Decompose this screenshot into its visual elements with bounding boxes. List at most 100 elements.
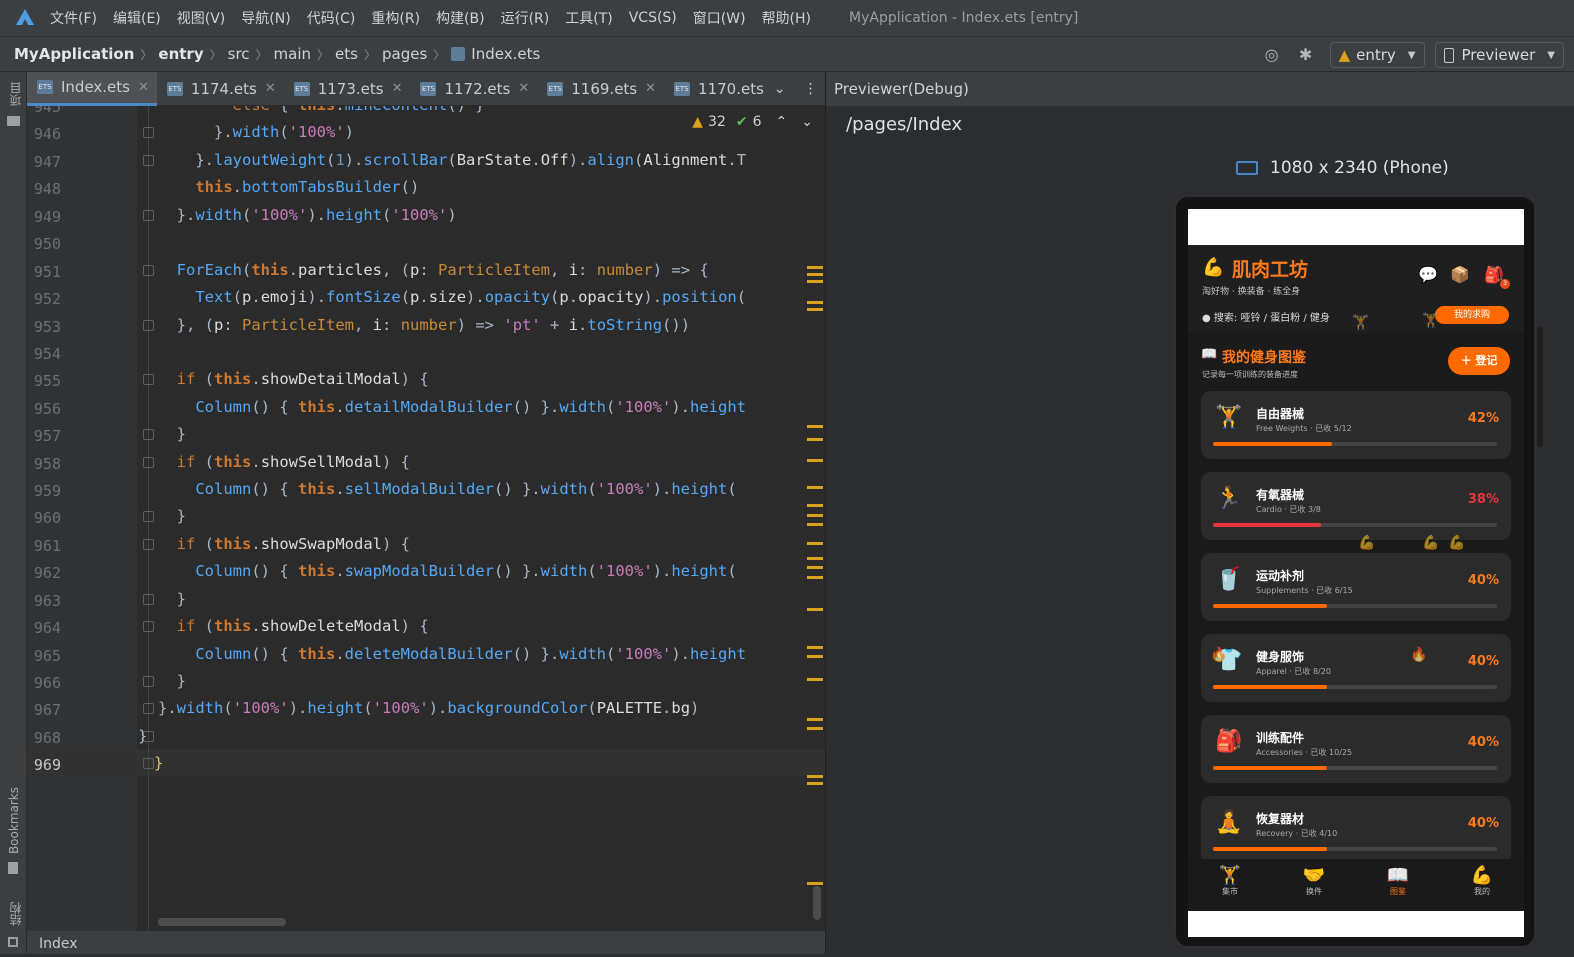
project-tool-label[interactable]: 项目 [7, 82, 24, 106]
breadcrumb-file[interactable]: Index.ets [471, 45, 540, 63]
close-icon[interactable]: ✕ [265, 81, 276, 96]
error-stripe-mark[interactable] [807, 438, 823, 441]
close-icon[interactable]: ✕ [138, 80, 149, 95]
code-editor[interactable]: 945 946 947 948 949 950 951 952 953 954 … [27, 106, 825, 931]
tab-collection[interactable]: 📖 图鉴 [1356, 859, 1440, 911]
tab-index-ets[interactable]: ETS Index.ets ✕ [27, 71, 157, 106]
fold-marker-icon[interactable] [143, 320, 154, 331]
breadcrumb-src[interactable]: src [228, 45, 250, 63]
error-stripe-mark[interactable] [807, 425, 823, 428]
breadcrumb-project[interactable]: MyApplication [14, 45, 134, 63]
previewer-device[interactable]: 1080 x 2340 (Phone) [1236, 158, 1449, 178]
menu-help[interactable]: 帮助(H) [762, 8, 811, 28]
menu-build[interactable]: 构建(B) [436, 8, 485, 28]
error-stripe-mark[interactable] [807, 608, 823, 611]
fold-marker-icon[interactable] [143, 758, 154, 769]
structure-path[interactable]: Index [39, 936, 78, 952]
phone-screen[interactable]: 💪 肌肉工坊 淘好物 · 换装备 · 练全身 💬 📦 🎒 3 ● 搜索: 哑铃 … [1188, 209, 1524, 937]
box-icon[interactable]: 📦 [1450, 265, 1470, 284]
fold-marker-icon[interactable] [143, 265, 154, 276]
menu-file[interactable]: 文件(F) [50, 8, 97, 28]
menu-vcs[interactable]: VCS(S) [629, 10, 677, 26]
close-icon[interactable]: ✕ [645, 81, 656, 96]
tab-1172-ets[interactable]: ETS 1172.ets ✕ [410, 72, 537, 106]
error-stripe-mark[interactable] [807, 557, 823, 560]
fold-marker-icon[interactable] [143, 676, 154, 687]
menu-refactor[interactable]: 重构(R) [371, 8, 420, 28]
error-stripe-mark[interactable] [807, 576, 823, 579]
fold-marker-icon[interactable] [143, 429, 154, 440]
category-card[interactable]: 🎒 训练配件 Accessories · 已收 10/25 40% [1201, 715, 1511, 783]
request-button[interactable]: 我的求购 [1435, 306, 1509, 324]
error-stripe-mark[interactable] [807, 273, 823, 276]
fold-marker-icon[interactable] [143, 511, 154, 522]
breadcrumb-main[interactable]: main [274, 45, 311, 63]
more-vertical-icon[interactable]: ⋮ [804, 81, 818, 97]
target-icon[interactable]: ◎ [1262, 45, 1282, 65]
breadcrumb-pages[interactable]: pages [382, 45, 427, 63]
error-stripe-mark[interactable] [807, 486, 823, 489]
error-stripe-mark[interactable] [807, 514, 823, 517]
category-card[interactable]: 🏃 有氧器械 Cardio · 已收 3/8 38% [1201, 472, 1511, 540]
previewer-select[interactable]: Previewer ▼ [1434, 42, 1564, 68]
error-stripe-mark[interactable] [807, 646, 823, 649]
bookmark-icon[interactable] [8, 862, 18, 874]
error-stripe-mark[interactable] [807, 280, 823, 283]
structure-icon[interactable] [8, 937, 18, 947]
menu-view[interactable]: 视图(V) [177, 8, 226, 28]
error-stripe-mark[interactable] [807, 718, 823, 721]
bookmarks-tool-label[interactable]: Bookmarks [7, 787, 21, 854]
tab-swap[interactable]: 🤝 换件 [1272, 859, 1356, 911]
bug-icon[interactable]: ✱ [1296, 45, 1316, 65]
error-stripe-mark[interactable] [807, 727, 823, 730]
menu-code[interactable]: 代码(C) [307, 8, 356, 28]
search-bar[interactable]: ● 搜索: 哑铃 / 蛋白粉 / 健身 [1202, 309, 1330, 324]
error-stripe-mark[interactable] [807, 523, 823, 526]
error-stripe-mark[interactable] [807, 566, 823, 569]
menu-run[interactable]: 运行(R) [501, 8, 550, 28]
folder-icon[interactable] [7, 116, 20, 126]
module-select[interactable]: ▲ entry ▼ [1329, 42, 1425, 68]
error-stripe-mark[interactable] [807, 542, 823, 545]
error-stripe-mark[interactable] [807, 775, 823, 778]
menu-window[interactable]: 窗口(W) [693, 8, 746, 28]
error-stripe-mark[interactable] [807, 308, 823, 311]
fold-marker-icon[interactable] [143, 374, 154, 385]
structure-tool-label[interactable]: 结构 [7, 902, 24, 926]
tab-mine[interactable]: 💪 我的 [1440, 859, 1524, 911]
horizontal-scrollbar[interactable] [158, 918, 286, 926]
chevron-up-icon[interactable]: ⌃ [776, 114, 788, 130]
tab-1170-ets[interactable]: ETS 1170.ets [664, 72, 764, 106]
chevron-down-icon[interactable]: ⌄ [774, 81, 786, 97]
menu-tools[interactable]: 工具(T) [565, 8, 612, 28]
chat-icon[interactable]: 💬 [1418, 265, 1438, 284]
tab-1174-ets[interactable]: ETS 1174.ets ✕ [157, 72, 284, 106]
fold-marker-icon[interactable] [143, 594, 154, 605]
error-stripe-mark[interactable] [807, 882, 823, 885]
register-button[interactable]: ＋ 登记 [1448, 347, 1510, 375]
error-stripe-mark[interactable] [807, 459, 823, 462]
fold-marker-icon[interactable] [143, 539, 154, 550]
close-icon[interactable]: ✕ [392, 81, 403, 96]
category-card[interactable]: 👕 健身服饰 Apparel · 已收 8/20 40% [1201, 634, 1511, 702]
error-stripe-mark[interactable] [807, 266, 823, 269]
chevron-down-icon[interactable]: ⌄ [801, 114, 813, 130]
inspection-widget[interactable]: ▲ 32 ✔ 6 ⌃ ⌄ [681, 114, 813, 130]
fold-marker-icon[interactable] [143, 210, 154, 221]
tab-1169-ets[interactable]: ETS 1169.ets ✕ [537, 72, 664, 106]
error-stripe-mark[interactable] [807, 655, 823, 658]
breadcrumb-ets[interactable]: ets [335, 45, 358, 63]
tab-1173-ets[interactable]: ETS 1173.ets ✕ [284, 72, 411, 106]
menu-edit[interactable]: 编辑(E) [113, 8, 161, 28]
fold-marker-icon[interactable] [143, 703, 154, 714]
fold-marker-icon[interactable] [143, 155, 154, 166]
fold-marker-icon[interactable] [143, 127, 154, 138]
category-card[interactable]: 🏋️ 自由器械 Free Weights · 已收 5/12 42% [1201, 391, 1511, 459]
error-stripe-mark[interactable] [807, 678, 823, 681]
vertical-scrollbar[interactable] [813, 886, 821, 920]
fold-marker-icon[interactable] [143, 621, 154, 632]
breadcrumb-module[interactable]: entry [158, 45, 203, 63]
error-stripe-mark[interactable] [807, 782, 823, 785]
category-card[interactable]: 🧘 恢复器材 Recovery · 已收 4/10 40% [1201, 796, 1511, 864]
error-stripe-mark[interactable] [807, 301, 823, 304]
